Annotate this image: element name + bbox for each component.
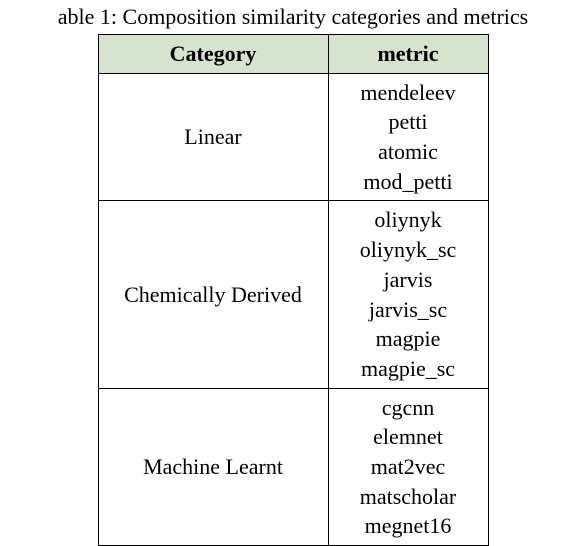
table-header-row: Category metric: [98, 35, 488, 74]
header-category: Category: [98, 35, 328, 74]
composition-table: Category metric Linearmendeleevpettiatom…: [98, 34, 489, 546]
table-row: Chemically Derivedoliynykoliynyk_scjarvi…: [98, 201, 488, 388]
metric-value: jarvis_sc: [339, 295, 478, 325]
metric-value: elemnet: [339, 422, 478, 452]
category-cell: Chemically Derived: [98, 201, 328, 388]
metric-value: oliynyk_sc: [339, 235, 478, 265]
metric-value: megnet16: [339, 511, 478, 541]
metric-value: matscholar: [339, 482, 478, 512]
table-body: Linearmendeleevpettiatomicmod_pettiChemi…: [98, 73, 488, 545]
metric-value: mendeleev: [339, 78, 478, 108]
metric-cell: cgcnnelemnetmat2vecmatscholarmegnet16: [328, 388, 488, 545]
header-metric: metric: [328, 35, 488, 74]
metric-value: mat2vec: [339, 452, 478, 482]
metric-value: atomic: [339, 137, 478, 167]
category-cell: Linear: [98, 73, 328, 201]
metric-value: magpie: [339, 324, 478, 354]
page: able 1: Composition similarity categorie…: [0, 0, 586, 546]
table-row: Machine Learntcgcnnelemnetmat2vecmatscho…: [98, 388, 488, 545]
metric-value: mod_petti: [339, 167, 478, 197]
metric-value: cgcnn: [339, 393, 478, 423]
metric-cell: oliynykoliynyk_scjarvisjarvis_scmagpiema…: [328, 201, 488, 388]
metric-cell: mendeleevpettiatomicmod_petti: [328, 73, 488, 201]
metric-value: petti: [339, 107, 478, 137]
metric-value: jarvis: [339, 265, 478, 295]
table-row: Linearmendeleevpettiatomicmod_petti: [98, 73, 488, 201]
metric-value: magpie_sc: [339, 354, 478, 384]
category-cell: Machine Learnt: [98, 388, 328, 545]
table-caption: able 1: Composition similarity categorie…: [0, 4, 586, 30]
metric-value: oliynyk: [339, 205, 478, 235]
